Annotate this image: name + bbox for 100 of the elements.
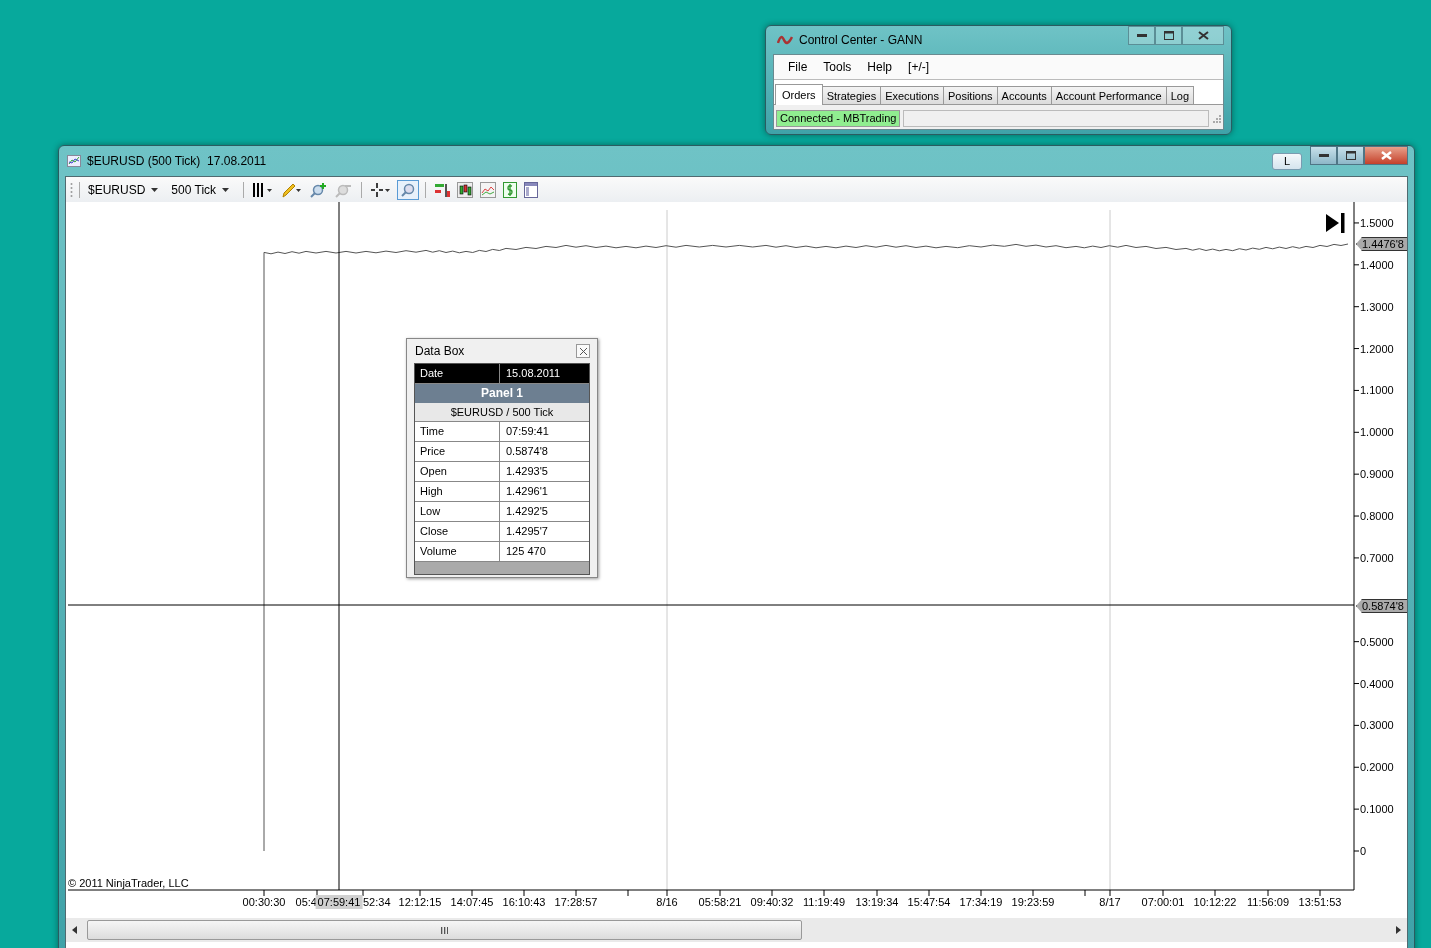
time-label: 13:51:53: [1298, 896, 1342, 908]
dollar-icon[interactable]: [501, 179, 520, 200]
scroll-right-icon[interactable]: [1396, 926, 1401, 934]
table-cell: Date: [415, 364, 500, 383]
price-label: 1.5000: [1360, 215, 1394, 230]
table-cell-text: 1.4292'5: [505, 504, 549, 519]
tab[interactable]: Executions: [880, 86, 944, 104]
price-label: 0.9000: [1360, 467, 1394, 482]
logo-icon: [777, 35, 793, 45]
panel-header: Panel 1: [415, 384, 589, 403]
price-label: 1.1000: [1360, 383, 1394, 398]
window-title: Control Center - GANN: [799, 33, 924, 47]
candlestick-icon[interactable]: [455, 179, 476, 200]
time-label: 8/16: [656, 896, 678, 908]
table-cell: Volume: [415, 542, 500, 561]
window-title: $EURUSD (500 Tick) 17.08.2011: [87, 154, 268, 168]
properties-icon[interactable]: [522, 179, 541, 200]
caret-icon: [151, 187, 159, 192]
table-cell-text: 1.4293'5: [505, 464, 549, 479]
scroll-thumb[interactable]: [87, 920, 802, 940]
tab[interactable]: Log: [1165, 86, 1194, 104]
price-label: 1.2000: [1360, 341, 1394, 356]
time-label: 05:58:21: [698, 896, 742, 908]
maximize-button[interactable]: [1337, 146, 1364, 165]
instrument-dropdown[interactable]: $EURUSD: [86, 179, 161, 200]
close-icon: [1380, 151, 1392, 160]
layout-button[interactable]: L: [1272, 152, 1302, 170]
table-cell-text: 1.4296'1: [505, 484, 549, 499]
price-label: 0.3000: [1360, 718, 1394, 733]
maximize-icon: [1163, 31, 1174, 40]
close-button[interactable]: [1182, 26, 1224, 45]
price-label: 0.8000: [1360, 509, 1394, 524]
table-cell: Close: [415, 522, 500, 541]
time-label: 11:56:09: [1247, 896, 1289, 908]
close-icon: [1197, 31, 1209, 40]
time-label: 17:28:57: [554, 896, 598, 908]
tab[interactable]: Accounts: [996, 86, 1052, 104]
time-label: 10:12:22: [1193, 896, 1237, 908]
time-label: 09:40:32: [750, 896, 794, 908]
close-icon: [579, 347, 587, 355]
price-label: 0.7000: [1360, 550, 1394, 565]
table-cell: High: [415, 482, 500, 501]
minimize-icon: [1318, 153, 1329, 158]
time-label: 16:10:43: [502, 896, 546, 908]
table-cell: Open: [415, 462, 500, 481]
table-cell-text: 1.4295'7: [505, 524, 549, 539]
menu-item[interactable]: [+/-]: [902, 60, 936, 74]
maximize-button[interactable]: [1155, 26, 1182, 45]
minimize-button[interactable]: [1128, 26, 1155, 45]
tab[interactable]: Account Performance: [1050, 86, 1167, 104]
price-label: 0.5000: [1360, 634, 1394, 649]
time-label: 52:34: [363, 896, 391, 908]
scroll-left-icon[interactable]: [72, 926, 77, 934]
time-label: 8/17: [1099, 896, 1121, 908]
connection-status: Connected - MBTrading: [776, 110, 901, 127]
minimize-icon: [1136, 33, 1147, 38]
time-label: 12:12:15: [398, 896, 442, 908]
horizontal-scrollbar[interactable]: [66, 918, 1407, 942]
tab[interactable]: Orders: [775, 84, 823, 105]
price-label: 1.3000: [1360, 299, 1394, 314]
time-label: 05:4: [295, 896, 317, 908]
menu-item[interactable]: File: [782, 60, 814, 74]
time-label: 07:00:01: [1141, 896, 1185, 908]
price-label: 1.0000: [1360, 425, 1394, 440]
tab[interactable]: Strategies: [821, 86, 882, 104]
minimize-button[interactable]: [1310, 146, 1337, 165]
grip-icon: [441, 926, 448, 934]
time-label: 00:30:30: [242, 896, 286, 908]
maximize-icon: [1345, 151, 1356, 160]
price-label: 0.4000: [1360, 676, 1394, 691]
close-button[interactable]: [1364, 146, 1408, 165]
time-label: 14:07:45: [450, 896, 494, 908]
table-cell: Price: [415, 442, 500, 461]
resize-grip-icon: [1212, 114, 1221, 123]
crosshair-price-marker: 0.5874'8: [1356, 599, 1407, 613]
table-cell: Time: [415, 422, 500, 441]
time-label: 11:19:49: [803, 896, 845, 908]
interval-dropdown[interactable]: 500 Tick: [169, 179, 232, 200]
panel-title: Data Box: [414, 344, 466, 358]
price-label: 0: [1360, 844, 1367, 858]
table-cell: Low: [415, 502, 500, 521]
grip-icon: [70, 181, 73, 198]
table-cell-text: 07:59:41: [505, 424, 550, 439]
tab[interactable]: Positions: [942, 86, 998, 104]
caret-icon: [222, 187, 230, 192]
price-label: 0.2000: [1360, 760, 1394, 775]
scroll-to-end-icon[interactable]: [1325, 213, 1345, 233]
table-cell-text: 15.08.2011: [505, 366, 562, 381]
last-price-marker: 1.4476'8: [1356, 237, 1407, 251]
price-label: 1.4000: [1360, 257, 1394, 272]
table-cell-text: 125 470: [505, 544, 547, 559]
chart-icon: [67, 155, 81, 167]
series-header: $EURUSD / 500 Tick: [415, 403, 589, 422]
table-cell-text: 0.5874'8: [505, 444, 549, 459]
price-label: 0.1000: [1360, 802, 1394, 817]
close-button[interactable]: [576, 344, 590, 358]
menu-item[interactable]: Help: [861, 60, 899, 74]
time-label: 15:47:54: [907, 896, 951, 908]
time-label: 19:23:59: [1011, 896, 1055, 908]
menu-item[interactable]: Tools: [817, 60, 858, 74]
